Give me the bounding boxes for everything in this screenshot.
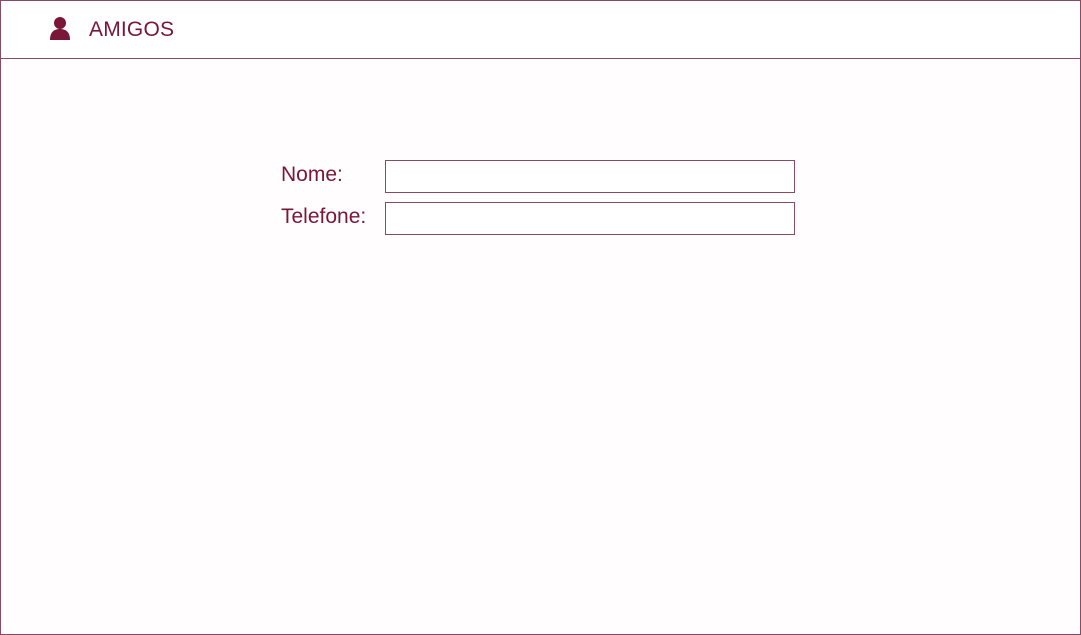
phone-label: Telefone: xyxy=(281,205,367,228)
top-bar: AMIGOS xyxy=(1,1,1080,59)
page-title: AMIGOS xyxy=(89,17,175,41)
user-icon xyxy=(46,14,74,42)
name-row: Nome: xyxy=(281,160,801,193)
phone-row: Telefone: xyxy=(281,202,801,235)
name-label: Nome: xyxy=(281,163,343,186)
contact-form: Nome: Telefone: xyxy=(281,160,801,244)
app-window: AMIGOS Nome: Telefone: xyxy=(0,0,1081,635)
phone-input[interactable] xyxy=(385,202,795,235)
name-input[interactable] xyxy=(385,160,795,193)
